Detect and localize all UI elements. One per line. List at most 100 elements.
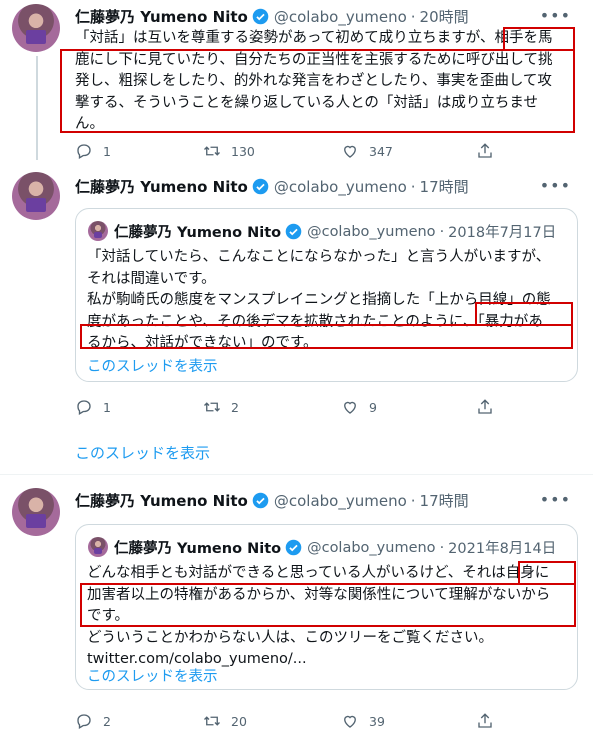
share-button[interactable] <box>476 398 504 416</box>
reply-button[interactable]: 2 <box>75 712 203 730</box>
heart-icon <box>344 401 356 414</box>
show-thread-link[interactable]: このスレッドを表示 <box>75 442 210 463</box>
like-count: 347 <box>369 143 393 159</box>
text-line: 私が駒崎氏の態度をマンスプレイニングと指摘した「上から目線」の態 <box>87 292 551 308</box>
quoted-text: 「対話していたら、こんなことにならなかった」と言う人がいますが、 それは間違いで… <box>87 247 572 355</box>
author-handle[interactable]: @colabo_yumeno <box>274 492 407 510</box>
tweet-time[interactable]: 17時間 <box>420 490 469 511</box>
verified-badge-icon <box>285 539 302 556</box>
retweet-count: 20 <box>231 713 247 729</box>
more-options-icon[interactable]: ••• <box>540 490 571 509</box>
tweet-actions: 1 2 9 <box>75 398 515 416</box>
separator-dot: · <box>439 223 445 240</box>
tweet-3[interactable]: 仁藤夢乃 Yumeno Nito @colabo_yumeno · 17時間 •… <box>0 484 593 740</box>
tweet-header: 仁藤夢乃 Yumeno Nito @colabo_yumeno · 17時間 <box>75 176 469 197</box>
tweet-time[interactable]: 17時間 <box>420 176 469 197</box>
share-button[interactable] <box>476 712 504 730</box>
verified-badge-icon <box>252 492 269 509</box>
text-line: 度があったことや、その後デマを拡散されたことのように、「暴力があ <box>87 313 543 330</box>
reply-button[interactable]: 1 <box>75 398 203 416</box>
separator-dot: · <box>410 491 416 510</box>
verified-badge-icon <box>252 8 269 25</box>
tweet-actions: 2 20 39 <box>75 712 515 730</box>
tweet-2[interactable]: 仁藤夢乃 Yumeno Nito @colabo_yumeno · 17時間 •… <box>0 170 593 465</box>
reply-count: 1 <box>103 143 111 159</box>
quoted-date: 2018年7月17日 <box>448 225 557 241</box>
text-line: 発し、粗探しをしたり、的外れな発言をわざとしたり、事実を歪曲して攻 <box>75 73 552 89</box>
author-handle[interactable]: @colabo_yumeno <box>274 8 407 26</box>
share-icon <box>478 399 492 414</box>
tweet-divider <box>0 474 593 475</box>
quoted-author-handle: @colabo_yumeno <box>307 223 436 240</box>
tweet-header: 仁藤夢乃 Yumeno Nito @colabo_yumeno · 20時間 <box>75 6 469 27</box>
retweet-count: 2 <box>231 399 239 415</box>
more-options-icon[interactable]: ••• <box>540 6 571 25</box>
like-button[interactable]: 9 <box>341 398 476 416</box>
text-line: 鹿にし下に見ていたり、自分たちの正当性を主張するために呼び出して挑 <box>75 51 553 68</box>
quoted-header: 仁藤夢乃 Yumeno Nito @colabo_yumeno · 2021年8… <box>114 537 556 558</box>
share-button[interactable] <box>476 142 504 160</box>
share-icon <box>478 713 492 728</box>
like-button[interactable]: 347 <box>341 142 476 160</box>
text-line: それは間違いです。 <box>87 270 216 287</box>
text-line: ん。 <box>75 116 104 132</box>
like-count: 9 <box>369 399 377 415</box>
quoted-header: 仁藤夢乃 Yumeno Nito @colabo_yumeno · 2018年7… <box>114 221 556 242</box>
avatar[interactable] <box>12 172 60 220</box>
quoted-author-name: 仁藤夢乃 Yumeno Nito <box>114 541 282 557</box>
tweet-1[interactable]: 仁藤夢乃 Yumeno Nito @colabo_yumeno · 20時間 •… <box>0 0 593 170</box>
retweet-icon <box>204 146 220 156</box>
text-line: るから、対話ができない」のです。 <box>87 335 318 351</box>
quoted-author-handle: @colabo_yumeno <box>307 539 436 556</box>
retweet-count: 130 <box>231 143 255 159</box>
like-count: 39 <box>369 713 385 729</box>
reply-icon <box>77 400 91 415</box>
like-button[interactable]: 39 <box>341 712 476 730</box>
quoted-avatar <box>88 537 108 557</box>
more-options-icon[interactable]: ••• <box>540 176 571 195</box>
reply-icon <box>77 144 91 159</box>
quoted-date: 2021年8月14日 <box>448 541 557 557</box>
share-icon <box>478 143 492 158</box>
reply-icon <box>77 714 91 729</box>
separator-dot: · <box>410 7 416 26</box>
text-line: どんな相手とも対話ができると思っている人がいるけど、それは自身に <box>87 565 550 581</box>
author-name[interactable]: 仁藤夢乃 Yumeno Nito <box>75 6 248 27</box>
quoted-author-name: 仁藤夢乃 Yumeno Nito <box>114 225 282 241</box>
retweet-icon <box>204 402 220 412</box>
text-line: です。 <box>87 608 130 624</box>
retweet-button[interactable]: 20 <box>203 712 341 730</box>
verified-badge-icon <box>252 178 269 195</box>
separator-dot: · <box>439 539 445 556</box>
text-line: どういうことかわからない人は、このツリーをご覧ください。 <box>87 629 493 646</box>
verified-badge-icon <box>285 223 302 240</box>
heart-icon <box>344 145 356 158</box>
quoted-avatar <box>88 221 108 241</box>
avatar[interactable] <box>12 488 60 536</box>
tweet-text: 「対話」は互いを尊重する姿勢があって初めて成り立ちますが、相手を馬 鹿にし下に見… <box>75 28 575 136</box>
retweet-button[interactable]: 2 <box>203 398 341 416</box>
text-line: 「対話」は互いを尊重する姿勢があって初めて成り立ちますが、相手を馬 <box>75 30 553 46</box>
reply-count: 1 <box>103 399 111 415</box>
reply-button[interactable]: 1 <box>75 142 203 160</box>
avatar[interactable] <box>12 4 60 52</box>
retweet-button[interactable]: 130 <box>203 142 341 160</box>
separator-dot: · <box>410 177 416 196</box>
retweet-icon <box>204 716 220 726</box>
tweet-time[interactable]: 20時間 <box>420 6 469 27</box>
quoted-text: どんな相手とも対話ができると思っている人がいるけど、それは自身に 加害者以上の特… <box>87 563 572 671</box>
author-handle[interactable]: @colabo_yumeno <box>274 178 407 196</box>
heart-icon <box>344 715 356 728</box>
quoted-tweet[interactable]: 仁藤夢乃 Yumeno Nito @colabo_yumeno · 2018年7… <box>75 208 578 382</box>
tweet-actions: 1 130 347 <box>75 142 515 160</box>
text-line: 撃する、そういうことを繰り返している人との「対話」は成り立ちませ <box>75 94 538 111</box>
thread-connector <box>36 56 38 160</box>
reply-count: 2 <box>103 713 111 729</box>
show-thread-link[interactable]: このスレッドを表示 <box>87 665 218 686</box>
text-line: 加害者以上の特権があるからか、対等な関係性について理解がないから <box>87 586 551 603</box>
quoted-tweet[interactable]: 仁藤夢乃 Yumeno Nito @colabo_yumeno · 2021年8… <box>75 524 578 690</box>
show-thread-link[interactable]: このスレッドを表示 <box>87 355 218 376</box>
text-line: 「対話していたら、こんなことにならなかった」と言う人がいますが、 <box>87 249 551 265</box>
author-name[interactable]: 仁藤夢乃 Yumeno Nito <box>75 176 248 197</box>
author-name[interactable]: 仁藤夢乃 Yumeno Nito <box>75 490 248 511</box>
